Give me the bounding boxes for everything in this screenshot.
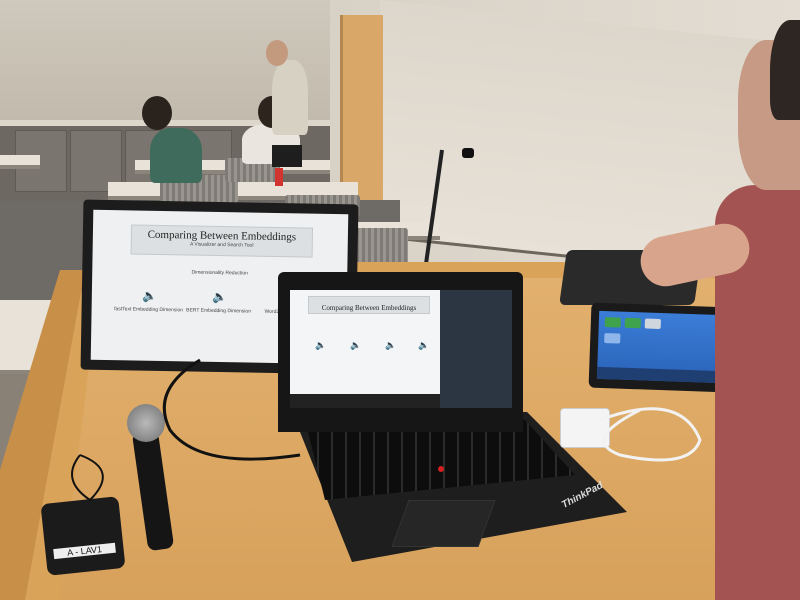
- lav-cable: [71, 454, 104, 502]
- presenter-hair: [770, 20, 800, 120]
- hdmi-cable: [162, 358, 301, 461]
- cables: [71, 358, 702, 502]
- white-usb-cable: [599, 407, 702, 462]
